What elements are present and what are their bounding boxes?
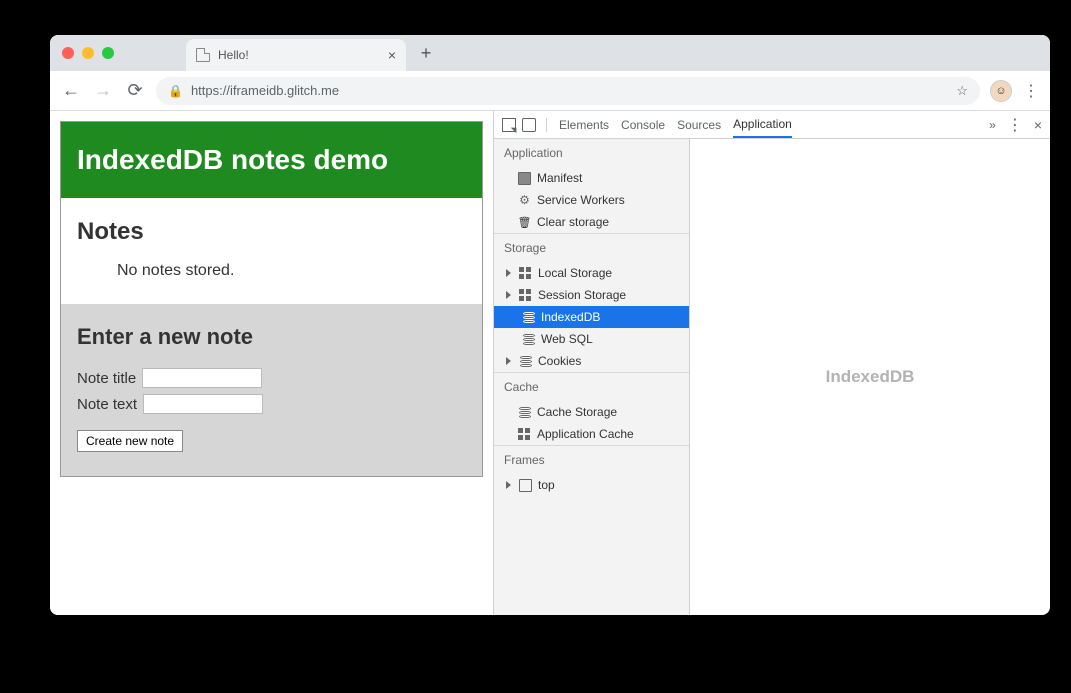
page-file-icon: [196, 48, 210, 62]
main-pane-heading: IndexedDB: [826, 367, 915, 387]
create-note-button[interactable]: Create new note: [77, 430, 183, 452]
storage-icon: [519, 289, 532, 302]
sidebar-item-clear-storage[interactable]: Clear storage: [494, 211, 689, 233]
expand-icon: [506, 269, 511, 277]
item-label: Cache Storage: [537, 405, 617, 419]
lock-icon: 🔒: [168, 84, 183, 98]
bookmark-star-icon[interactable]: ☆: [956, 83, 968, 99]
sidebar-item-websql[interactable]: Web SQL: [494, 328, 689, 350]
item-label: Clear storage: [537, 215, 609, 229]
note-text-input[interactable]: [143, 394, 263, 414]
minimize-window-button[interactable]: [82, 47, 94, 59]
item-label: Service Workers: [537, 193, 625, 207]
gear-icon: [518, 194, 531, 207]
sidebar-item-indexeddb[interactable]: IndexedDB: [494, 306, 689, 328]
devtools-body: Application Manifest Service Workers Cle…: [494, 139, 1050, 615]
browser-menu-button[interactable]: ⋮: [1022, 81, 1040, 101]
manifest-icon: [518, 172, 531, 185]
database-icon: [522, 311, 535, 324]
storage-icon: [519, 267, 532, 280]
devtools-inspect-controls: [502, 118, 547, 132]
browser-window: Hello! × + ← → ⟳ 🔒 https://iframeidb.gli…: [50, 35, 1050, 615]
maximize-window-button[interactable]: [102, 47, 114, 59]
tab-application[interactable]: Application: [733, 117, 792, 138]
sidebar-item-manifest[interactable]: Manifest: [494, 167, 689, 189]
section-cache: Cache: [494, 372, 689, 401]
note-text-label: Note text: [77, 396, 137, 413]
item-label: Local Storage: [538, 266, 612, 280]
close-window-button[interactable]: [62, 47, 74, 59]
item-label: Manifest: [537, 171, 582, 185]
section-storage: Storage: [494, 233, 689, 262]
section-frames: Frames: [494, 445, 689, 474]
sidebar-item-session-storage[interactable]: Session Storage: [494, 284, 689, 306]
notes-section: Notes No notes stored.: [61, 198, 482, 304]
database-icon: [518, 406, 531, 419]
sidebar-item-service-workers[interactable]: Service Workers: [494, 189, 689, 211]
close-tab-button[interactable]: ×: [388, 47, 396, 63]
item-label: Web SQL: [541, 332, 593, 346]
expand-icon: [506, 291, 511, 299]
database-icon: [522, 333, 535, 346]
storage-icon: [518, 428, 531, 441]
page-viewport: IndexedDB notes demo Notes No notes stor…: [50, 111, 493, 615]
form-heading: Enter a new note: [77, 324, 466, 350]
expand-icon: [506, 481, 511, 489]
application-sidebar: Application Manifest Service Workers Cle…: [494, 139, 690, 615]
sidebar-item-local-storage[interactable]: Local Storage: [494, 262, 689, 284]
trash-icon: [518, 216, 531, 229]
devtools-panel: Elements Console Sources Application » ⋮…: [493, 111, 1050, 615]
item-label: Application Cache: [537, 427, 634, 441]
inspect-element-icon[interactable]: [502, 118, 516, 132]
section-application: Application: [494, 139, 689, 167]
url-text: https://iframeidb.glitch.me: [191, 83, 339, 98]
devtools-close-button[interactable]: ×: [1034, 117, 1042, 133]
devtools-menu-button[interactable]: ⋮: [1006, 115, 1024, 135]
tab-strip: Hello! × +: [50, 35, 1050, 71]
note-title-label: Note title: [77, 370, 136, 387]
notes-heading: Notes: [77, 218, 466, 246]
tab-console[interactable]: Console: [621, 118, 665, 132]
tab-title: Hello!: [218, 48, 380, 62]
content-split: IndexedDB notes demo Notes No notes stor…: [50, 111, 1050, 615]
profile-avatar[interactable]: ☺: [990, 80, 1012, 102]
new-tab-button[interactable]: +: [412, 39, 440, 67]
page-title: IndexedDB notes demo: [77, 144, 466, 176]
more-tabs-icon[interactable]: »: [989, 118, 996, 132]
page-header: IndexedDB notes demo: [61, 122, 482, 198]
note-title-input[interactable]: [142, 368, 262, 388]
database-icon: [519, 355, 532, 368]
notes-empty-message: No notes stored.: [77, 262, 466, 280]
browser-tab[interactable]: Hello! ×: [186, 39, 406, 71]
reload-button[interactable]: ⟳: [124, 80, 146, 101]
tab-sources[interactable]: Sources: [677, 118, 721, 132]
device-toolbar-icon[interactable]: [522, 118, 536, 132]
devtools-main-pane: IndexedDB: [690, 139, 1050, 615]
address-bar[interactable]: 🔒 https://iframeidb.glitch.me ☆: [156, 77, 980, 105]
sidebar-item-application-cache[interactable]: Application Cache: [494, 423, 689, 445]
sidebar-item-cookies[interactable]: Cookies: [494, 350, 689, 372]
tab-elements[interactable]: Elements: [559, 118, 609, 132]
browser-toolbar: ← → ⟳ 🔒 https://iframeidb.glitch.me ☆ ☺ …: [50, 71, 1050, 111]
item-label: Session Storage: [538, 288, 626, 302]
devtools-tabbar: Elements Console Sources Application » ⋮…: [494, 111, 1050, 139]
expand-icon: [506, 357, 511, 365]
window-controls: [62, 47, 186, 59]
frame-icon: [519, 479, 532, 492]
new-note-form: Enter a new note Note title Note text Cr…: [61, 304, 482, 476]
item-label: Cookies: [538, 354, 581, 368]
item-label: IndexedDB: [541, 310, 600, 324]
sidebar-item-cache-storage[interactable]: Cache Storage: [494, 401, 689, 423]
forward-button[interactable]: →: [92, 80, 114, 101]
back-button[interactable]: ←: [60, 80, 82, 101]
sidebar-item-top-frame[interactable]: top: [494, 474, 689, 496]
page-frame: IndexedDB notes demo Notes No notes stor…: [60, 121, 483, 477]
item-label: top: [538, 478, 555, 492]
